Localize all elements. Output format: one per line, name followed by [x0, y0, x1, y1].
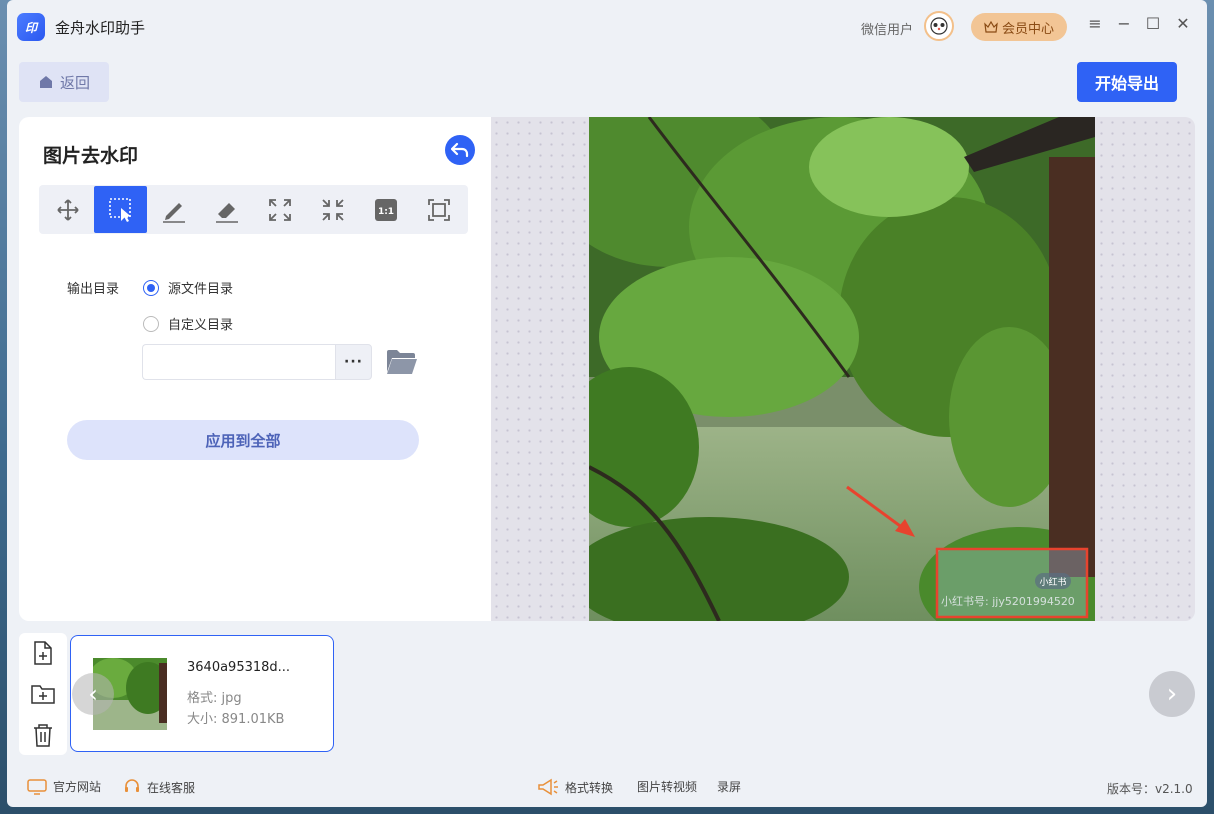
radio-source-dir[interactable] — [143, 279, 159, 296]
next-file-button[interactable]: › — [1149, 671, 1195, 717]
version-label: 版本号：v2.1.0 — [1107, 782, 1193, 796]
file-strip: 3640a95318d... 格式: jpg 大小: 891.01KB ‹ › — [19, 633, 1195, 755]
undo-icon — [451, 142, 469, 158]
home-icon — [39, 76, 52, 88]
zoom-in-tool[interactable] — [253, 186, 306, 233]
record-label: 录屏 — [717, 780, 742, 794]
online-support-label: 在线客服 — [147, 780, 196, 795]
tool-bar: 1:1 — [39, 185, 468, 234]
start-export-button[interactable]: 开始导出 — [1077, 62, 1177, 102]
user-name[interactable]: 微信用户 — [861, 19, 913, 38]
file-size: 大小: 891.01KB — [187, 712, 285, 727]
format-convert-link[interactable]: 格式转换 — [537, 778, 613, 796]
option-custom-label: 自定义目录 — [168, 318, 234, 333]
option-custom-dir[interactable]: 自定义目录 — [143, 314, 233, 333]
zoom-out-tool[interactable] — [306, 186, 359, 233]
avatar[interactable] — [924, 11, 954, 41]
actual-size-tool[interactable]: 1:1 — [359, 186, 412, 233]
watermark-text: 小红书号: jjy5201994520 — [941, 595, 1075, 608]
app-logo-icon: 印 — [17, 13, 45, 41]
move-tool[interactable] — [41, 186, 94, 233]
watermark-badge: 小红书 — [1039, 576, 1066, 588]
browse-button[interactable]: ··· — [335, 344, 372, 380]
add-file-icon[interactable] — [30, 640, 56, 666]
format-convert-label: 格式转换 — [565, 780, 614, 795]
img-to-video-link[interactable]: 图片转视频 — [637, 778, 697, 795]
actual-size-icon: 1:1 — [374, 198, 397, 221]
back-button[interactable]: 返回 — [19, 62, 109, 102]
minimize-icon[interactable]: − — [1114, 14, 1134, 38]
undo-button[interactable] — [445, 135, 475, 165]
prev-file-button[interactable]: ‹ — [72, 673, 114, 715]
maximize-icon[interactable]: ☐ — [1143, 14, 1163, 38]
delete-icon[interactable] — [30, 722, 56, 748]
expand-icon — [268, 198, 291, 221]
img-to-video-label: 图片转视频 — [637, 780, 698, 794]
monitor-icon — [27, 778, 47, 795]
radio-custom-dir[interactable] — [143, 315, 159, 332]
official-website-label: 官方网站 — [53, 780, 102, 794]
app-window: 印 金舟水印助手 微信用户 会员中心 ≡ − ☐ ✕ 返回 开始导出 图片去水印… — [7, 0, 1207, 807]
vip-center-label: 会员中心 — [1001, 21, 1054, 37]
panel-title: 图片去水印 — [43, 145, 139, 167]
headset-icon — [125, 779, 139, 792]
menu-icon[interactable]: ≡ — [1085, 14, 1105, 38]
option-source-label: 源文件目录 — [168, 282, 234, 297]
fit-screen-icon — [427, 198, 450, 221]
app-title: 金舟水印助手 — [55, 19, 146, 37]
settings-panel: 图片去水印 1:1 输出目录 源文件目录 自定义目录 ··· 应用到全部 — [19, 117, 491, 621]
output-dir-label: 输出目录 — [67, 282, 120, 297]
panda-avatar-icon — [930, 17, 948, 35]
file-name: 3640a95318d... — [187, 660, 291, 675]
rect-select-icon — [108, 197, 131, 222]
preview-canvas[interactable]: 小红书 小红书号: jjy5201994520 — [491, 117, 1195, 621]
collapse-icon — [321, 198, 344, 221]
add-folder-icon[interactable] — [30, 681, 56, 707]
file-actions — [19, 633, 67, 755]
eraser-tool[interactable] — [200, 186, 253, 233]
move-icon — [56, 198, 79, 221]
record-link[interactable]: 录屏 — [717, 778, 741, 795]
crown-icon — [984, 21, 998, 33]
select-tool[interactable] — [94, 186, 147, 233]
megaphone-icon — [538, 778, 558, 796]
svg-text:1:1: 1:1 — [377, 207, 393, 217]
title-bar: 印 金舟水印助手 微信用户 会员中心 ≡ − ☐ ✕ — [7, 0, 1207, 52]
vip-center-button[interactable]: 会员中心 — [971, 13, 1067, 41]
option-source-dir[interactable]: 源文件目录 — [143, 278, 233, 297]
folder-open-icon[interactable] — [386, 348, 418, 376]
fit-screen-tool[interactable] — [412, 186, 465, 233]
footer: 官方网站 在线客服 格式转换 图片转视频 录屏 版本号：v2.1.0 — [7, 770, 1207, 804]
close-icon[interactable]: ✕ — [1173, 14, 1193, 38]
back-label: 返回 — [59, 73, 90, 92]
official-website-link[interactable]: 官方网站 — [27, 778, 101, 795]
brush-tool[interactable] — [147, 186, 200, 233]
pencil-icon — [162, 202, 185, 223]
custom-path-input[interactable] — [142, 344, 336, 380]
preview-image: 小红书 小红书号: jjy5201994520 — [589, 117, 1095, 621]
apply-to-all-button[interactable]: 应用到全部 — [67, 420, 419, 460]
file-format: 格式: jpg — [187, 691, 242, 706]
eraser-icon — [215, 202, 238, 223]
online-support-link[interactable]: 在线客服 — [123, 778, 195, 796]
